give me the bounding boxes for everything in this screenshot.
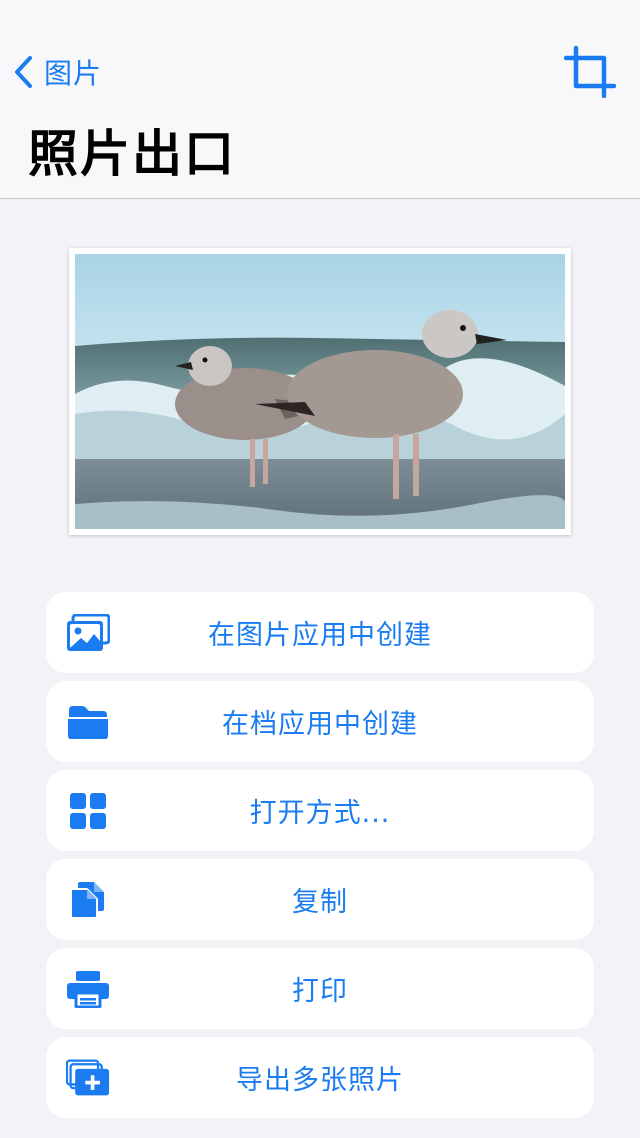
back-button[interactable]: 图片	[12, 50, 102, 94]
copy-button[interactable]: 复制	[46, 859, 594, 940]
crop-icon	[563, 45, 617, 102]
crop-button[interactable]	[563, 45, 617, 99]
photo-icon	[66, 611, 110, 655]
printer-icon	[66, 967, 110, 1011]
chevron-left-icon	[12, 55, 34, 89]
photo-preview	[69, 248, 571, 535]
copy-icon	[66, 878, 110, 922]
back-button-label: 图片	[44, 57, 103, 90]
create-in-files-button[interactable]: 在档应用中创建	[46, 681, 594, 762]
navigation-header: 图片 照片出口	[0, 0, 640, 199]
action-label: 打开方式...	[249, 798, 391, 829]
folder-icon	[66, 700, 110, 744]
action-label: 复制	[292, 887, 348, 918]
action-list: 在图片应用中创建 在档应用中创建 打开方式... 复制 打印 导出多张照片	[46, 592, 594, 1126]
action-label: 在档应用中创建	[222, 709, 418, 740]
page-title: 照片出口	[28, 125, 236, 183]
action-label: 打印	[292, 976, 348, 1007]
stacked-photos-add-icon	[66, 1056, 110, 1100]
action-label: 在图片应用中创建	[208, 620, 432, 651]
open-with-button[interactable]: 打开方式...	[46, 770, 594, 851]
seagulls-photo	[75, 254, 565, 529]
export-multiple-photos-button[interactable]: 导出多张照片	[46, 1037, 594, 1118]
action-label: 导出多张照片	[236, 1065, 404, 1096]
grid-icon	[66, 789, 110, 833]
print-button[interactable]: 打印	[46, 948, 594, 1029]
create-in-photos-button[interactable]: 在图片应用中创建	[46, 592, 594, 673]
